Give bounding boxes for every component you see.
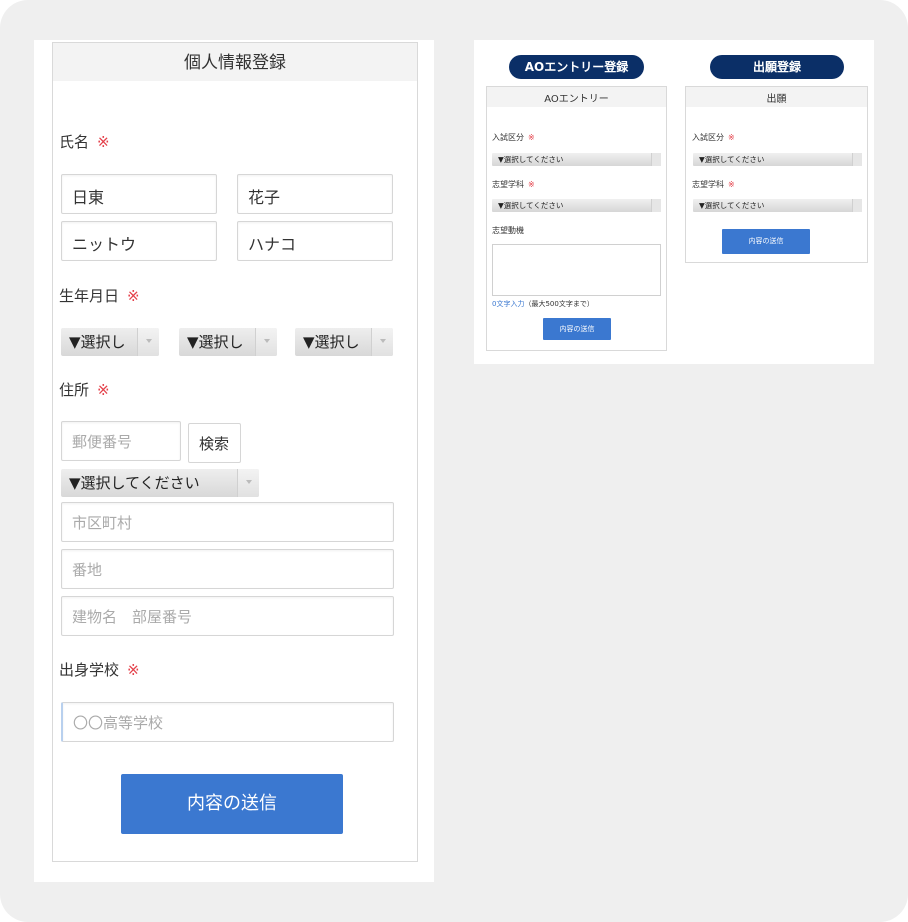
building-field[interactable]: 建物名 部屋番号 xyxy=(61,596,394,636)
application-exam-category-label: 入試区分 ※ xyxy=(692,132,735,143)
application-department-select[interactable]: ▼選択してください xyxy=(693,199,862,212)
ao-char-counter: 0文字入力（最大500文字まで） xyxy=(492,299,594,309)
required-mark: ※ xyxy=(728,133,735,142)
required-mark: ※ xyxy=(127,661,140,679)
first-name-kana-field[interactable]: ハナコ xyxy=(237,221,393,261)
chevron-down-icon xyxy=(651,199,661,212)
address-search-button[interactable]: 検索 xyxy=(188,423,241,463)
ao-department-label-text: 志望学科 xyxy=(492,180,524,189)
school-label-text: 出身学校 xyxy=(59,661,120,679)
required-mark: ※ xyxy=(127,287,140,305)
postal-code-field[interactable]: 郵便番号 xyxy=(61,421,181,461)
required-mark: ※ xyxy=(528,180,535,189)
birth-day-select-value: ▼選択し xyxy=(303,333,360,351)
application-submit-button[interactable]: 内容の送信 xyxy=(722,229,810,254)
ao-exam-category-select-value: ▼選択してください xyxy=(498,155,564,164)
required-mark: ※ xyxy=(97,381,110,399)
application-department-label-text: 志望学科 xyxy=(692,180,724,189)
application-pill[interactable]: 出願登録 xyxy=(710,55,844,79)
birthdate-label: 生年月日 ※ xyxy=(59,285,140,306)
form-header: 個人情報登録 xyxy=(53,43,417,81)
address-label: 住所 ※ xyxy=(59,379,110,400)
ao-exam-category-label-text: 入試区分 xyxy=(492,133,524,142)
prefecture-select-value: ▼選択してください xyxy=(69,474,200,492)
ao-submit-button[interactable]: 内容の送信 xyxy=(543,318,611,340)
chevron-down-icon xyxy=(852,199,862,212)
school-label: 出身学校 ※ xyxy=(59,659,140,680)
ao-char-count: 0文字入力 xyxy=(492,300,525,308)
chevron-down-icon xyxy=(651,153,661,166)
ao-department-select-value: ▼選択してください xyxy=(498,201,564,210)
chevron-down-icon xyxy=(852,153,862,166)
application-title: 出願 xyxy=(766,94,787,105)
application-header: 出願 xyxy=(686,87,867,107)
last-name-kana-field[interactable]: ニットウ xyxy=(61,221,217,261)
birth-day-select[interactable]: ▼選択し xyxy=(295,328,393,356)
required-mark: ※ xyxy=(528,133,535,142)
name-label: 氏名 ※ xyxy=(59,131,110,152)
ao-motivation-label: 志望動機 xyxy=(492,226,524,235)
first-name-field[interactable]: 花子 xyxy=(237,174,393,214)
birth-year-select-value: ▼選択し xyxy=(69,333,126,351)
required-mark: ※ xyxy=(97,133,110,151)
submit-button[interactable]: 内容の送信 xyxy=(121,774,343,834)
application-exam-category-select[interactable]: ▼選択してください xyxy=(693,153,862,166)
school-field[interactable]: 〇〇高等学校 xyxy=(61,702,394,742)
ao-department-label: 志望学科 ※ xyxy=(492,179,535,190)
last-name-field[interactable]: 日東 xyxy=(61,174,217,214)
form-title: 個人情報登録 xyxy=(184,53,286,73)
ao-entry-header: AOエントリー xyxy=(487,87,666,107)
ao-exam-category-select[interactable]: ▼選択してください xyxy=(492,153,661,166)
application-exam-category-select-value: ▼選択してください xyxy=(699,155,765,164)
street-field[interactable]: 番地 xyxy=(61,549,394,589)
ao-exam-category-label: 入試区分 ※ xyxy=(492,132,535,143)
address-label-text: 住所 xyxy=(59,381,90,399)
birthdate-label-text: 生年月日 xyxy=(59,287,120,305)
city-field[interactable]: 市区町村 xyxy=(61,502,394,542)
registration-form-card: 個人情報登録 氏名 ※ 日東 花子 ニットウ ハナコ 生年月日 ※ ▼選択し ▼選択… xyxy=(52,42,418,862)
prefecture-select[interactable]: ▼選択してください xyxy=(61,469,259,497)
birth-month-select[interactable]: ▼選択し xyxy=(179,328,277,356)
application-card: 出願 入試区分 ※ ▼選択してください 志望学科 ※ ▼選択してください 内容の送信 xyxy=(685,86,868,263)
registration-form-panel: 個人情報登録 氏名 ※ 日東 花子 ニットウ ハナコ 生年月日 ※ ▼選択し ▼選択… xyxy=(34,40,434,882)
birth-year-select[interactable]: ▼選択し xyxy=(61,328,159,356)
chevron-down-icon xyxy=(255,328,277,356)
ao-entry-title: AOエントリー xyxy=(544,94,609,105)
chevron-down-icon xyxy=(371,328,393,356)
ao-char-limit: （最大500文字まで） xyxy=(524,300,594,308)
ao-entry-pill[interactable]: AOエントリー登録 xyxy=(509,55,644,79)
chevron-down-icon xyxy=(137,328,159,356)
ao-entry-card: AOエントリー 入試区分 ※ ▼選択してください 志望学科 ※ ▼選択してください … xyxy=(486,86,667,351)
birth-month-select-value: ▼選択し xyxy=(187,333,244,351)
required-mark: ※ xyxy=(728,180,735,189)
chevron-down-icon xyxy=(237,469,259,497)
application-department-label: 志望学科 ※ xyxy=(692,179,735,190)
application-department-select-value: ▼選択してください xyxy=(699,201,765,210)
name-label-text: 氏名 xyxy=(59,133,90,151)
registration-variants-panel: AOエントリー登録 AOエントリー 入試区分 ※ ▼選択してください 志望学科 ※ … xyxy=(474,40,874,364)
application-exam-category-label-text: 入試区分 xyxy=(692,133,724,142)
ao-department-select[interactable]: ▼選択してください xyxy=(492,199,661,212)
ao-motivation-textarea[interactable] xyxy=(492,244,661,296)
